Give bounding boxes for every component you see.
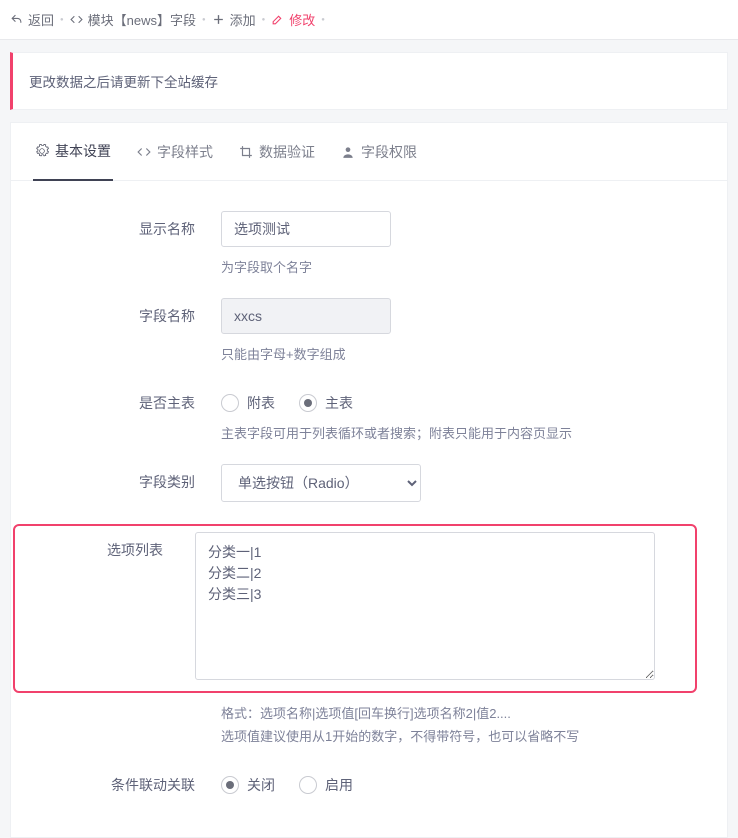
gear-icon xyxy=(35,144,49,158)
modify-link[interactable]: 修改 xyxy=(271,10,315,29)
label-field-name: 字段名称 xyxy=(41,298,221,326)
row-display-name: 显示名称 为字段取个名字 xyxy=(41,211,697,276)
is-main-radio-group: 附表 主表 xyxy=(221,385,697,413)
help-field-name: 只能由字母+数字组成 xyxy=(221,344,697,363)
code-icon xyxy=(137,145,151,159)
help-options-1: 格式：选项名称|选项值[回车换行]选项名称2|值2.... xyxy=(221,703,697,722)
warning-alert: 更改数据之后请更新下全站缓存 xyxy=(10,52,728,110)
label-options-list: 选项列表 xyxy=(41,532,195,560)
radio-icon xyxy=(221,776,239,794)
row-is-main: 是否主表 附表 主表 主表字段可用于列表循环或者搜索；附表只能用于内容页显示 xyxy=(41,385,697,442)
tabs: 基本设置 字段样式 数据验证 字段权限 xyxy=(11,123,727,181)
tab-label: 字段权限 xyxy=(361,142,417,162)
module-link[interactable]: 模块【news】字段 xyxy=(70,10,196,29)
tab-basic[interactable]: 基本设置 xyxy=(33,123,113,181)
radio-icon xyxy=(299,394,317,412)
separator-icon: ● xyxy=(262,17,266,23)
field-type-select[interactable]: 单选按钮（Radio） xyxy=(221,464,421,502)
settings-card: 基本设置 字段样式 数据验证 字段权限 显示名称 为字段取个名字 字段名称 xyxy=(10,122,728,838)
separator-icon: ● xyxy=(60,17,64,23)
row-linkage: 条件联动关联 关闭 启用 xyxy=(41,767,697,795)
plus-icon xyxy=(212,13,225,26)
help-is-main: 主表字段可用于列表循环或者搜索；附表只能用于内容页显示 xyxy=(221,423,697,442)
back-label: 返回 xyxy=(28,10,54,29)
radio-linkage-off[interactable]: 关闭 xyxy=(221,775,275,795)
radio-linkage-on[interactable]: 启用 xyxy=(299,775,353,795)
tab-label: 基本设置 xyxy=(55,141,111,161)
help-options-2: 选项值建议使用从1开始的数字，不得带符号，也可以省略不写 xyxy=(221,726,697,745)
modify-label: 修改 xyxy=(289,10,315,29)
radio-main-table[interactable]: 主表 xyxy=(299,393,353,413)
separator-icon: ● xyxy=(321,17,325,23)
form: 显示名称 为字段取个名字 字段名称 只能由字母+数字组成 是否主表 附表 xyxy=(11,181,727,795)
separator-icon: ● xyxy=(202,17,206,23)
label-display-name: 显示名称 xyxy=(41,211,221,239)
row-options-list: 选项列表 xyxy=(13,524,697,693)
display-name-input[interactable] xyxy=(221,211,391,247)
radio-label: 附表 xyxy=(247,393,275,413)
radio-label: 主表 xyxy=(325,393,353,413)
radio-label: 启用 xyxy=(325,775,353,795)
linkage-radio-group: 关闭 启用 xyxy=(221,767,697,795)
module-label: 模块【news】字段 xyxy=(88,10,196,29)
radio-sub-table[interactable]: 附表 xyxy=(221,393,275,413)
radio-icon xyxy=(221,394,239,412)
label-field-type: 字段类别 xyxy=(41,464,221,492)
row-field-type: 字段类别 单选按钮（Radio） xyxy=(41,464,697,502)
back-link[interactable]: 返回 xyxy=(10,10,54,29)
back-icon xyxy=(10,13,23,26)
label-is-main: 是否主表 xyxy=(41,385,221,413)
tab-label: 字段样式 xyxy=(157,142,213,162)
add-link[interactable]: 添加 xyxy=(212,10,256,29)
tab-style[interactable]: 字段样式 xyxy=(135,123,215,180)
add-label: 添加 xyxy=(230,10,256,29)
alert-text: 更改数据之后请更新下全站缓存 xyxy=(29,75,218,90)
tab-label: 数据验证 xyxy=(259,142,315,162)
crop-icon xyxy=(239,145,253,159)
row-options-help: 格式：选项名称|选项值[回车换行]选项名称2|值2.... 选项值建议使用从1开… xyxy=(41,703,697,745)
row-field-name: 字段名称 只能由字母+数字组成 xyxy=(41,298,697,363)
help-display-name: 为字段取个名字 xyxy=(221,257,697,276)
field-name-input[interactable] xyxy=(221,298,391,334)
tab-permission[interactable]: 字段权限 xyxy=(339,123,419,180)
code-icon xyxy=(70,13,83,26)
breadcrumb: 返回 ● 模块【news】字段 ● 添加 ● 修改 ● xyxy=(0,0,738,40)
edit-icon xyxy=(271,13,284,26)
radio-icon xyxy=(299,776,317,794)
tab-validate[interactable]: 数据验证 xyxy=(237,123,317,180)
radio-label: 关闭 xyxy=(247,775,275,795)
user-icon xyxy=(341,145,355,159)
options-list-textarea[interactable] xyxy=(195,532,655,680)
label-linkage: 条件联动关联 xyxy=(41,767,221,795)
